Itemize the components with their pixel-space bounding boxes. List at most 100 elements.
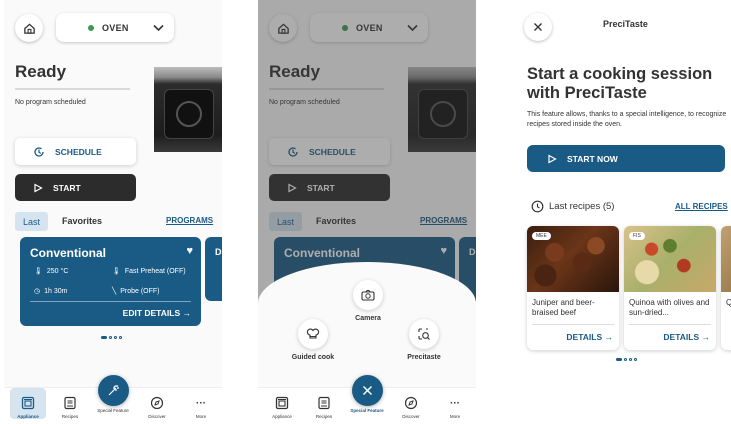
- edit-details-button[interactable]: EDIT DETAILS →: [123, 308, 191, 318]
- duration-row: ◷ 1h 30m: [34, 287, 68, 296]
- arrow-right-icon: →: [182, 308, 192, 318]
- nav-more-label: More: [449, 414, 461, 419]
- recipes-icon: [52, 392, 88, 414]
- precitaste-option[interactable]: Precitaste: [401, 319, 447, 361]
- nav-recipes-label: Recipes: [315, 414, 333, 419]
- recipes-icon: [306, 392, 342, 414]
- nav-discover-label: Discover: [402, 414, 420, 419]
- precitaste-screen: PreciTaste Start a cooking session with …: [513, 0, 731, 424]
- tab-last[interactable]: Last: [15, 212, 48, 231]
- thermometer-icon: 🌡︎: [34, 268, 43, 275]
- nav-special-label: Special Feature: [350, 408, 384, 413]
- nav-more-label: More: [195, 414, 207, 419]
- nav-discover[interactable]: Discover: [393, 388, 429, 419]
- recipe-image: FIS: [624, 226, 716, 292]
- nav-appliance[interactable]: Appliance: [264, 388, 300, 419]
- program-card[interactable]: Conventional ♥ 🌡︎ 250 °C 🌡︎ Fast Preheat (…: [20, 237, 201, 326]
- page-title: PreciTaste: [603, 19, 648, 29]
- recipe-card[interactable]: MEE Juniper and beer-braised beef DETAIL…: [527, 226, 619, 350]
- nav-recipes[interactable]: Recipes: [306, 388, 342, 419]
- camera-icon: [353, 280, 383, 310]
- nav-discover[interactable]: Discover: [139, 388, 175, 419]
- more-icon: ···: [196, 397, 206, 409]
- tab-favorites[interactable]: Favorites: [62, 216, 102, 226]
- play-icon: [34, 182, 43, 193]
- programs-link[interactable]: PROGRAMS: [166, 216, 213, 225]
- nav-recipes-label: Recipes: [61, 414, 79, 419]
- recipe-card[interactable]: Q a: [721, 226, 731, 350]
- start-now-button[interactable]: START NOW: [527, 145, 725, 172]
- all-recipes-link[interactable]: ALL RECIPES: [675, 202, 728, 211]
- pagination-dots: [101, 336, 122, 339]
- recipe-name: Juniper and beer-braised beef: [532, 298, 595, 317]
- start-button[interactable]: START: [15, 174, 136, 201]
- details-button[interactable]: DETAILS →: [566, 332, 613, 342]
- details-label: DETAILS: [566, 332, 603, 342]
- clock-icon: [531, 200, 544, 213]
- status-subtitle: No program scheduled: [15, 99, 86, 106]
- category-badge: MEE: [532, 232, 551, 240]
- status-divider: [15, 88, 130, 90]
- close-button[interactable]: [524, 13, 552, 41]
- nav-more[interactable]: ··· More: [437, 388, 473, 420]
- description: This feature allows, thanks to a special…: [527, 111, 727, 128]
- chef-hat-icon: [298, 319, 328, 349]
- appliance-label: OVEN: [102, 22, 129, 33]
- nav-recipes[interactable]: Recipes: [52, 388, 88, 419]
- home-button[interactable]: [15, 14, 43, 42]
- nav-more[interactable]: ··· More: [183, 388, 219, 420]
- compass-icon: [393, 392, 429, 414]
- nav-appliance-label: Appliance: [272, 414, 292, 419]
- recipe-name: Quinoa with olives and sun-dried...: [629, 298, 710, 317]
- arrow-right-icon: →: [701, 332, 711, 342]
- compass-icon: [139, 392, 175, 414]
- nav-appliance-label: Appliance: [17, 414, 39, 419]
- recipe-name: Q a: [726, 298, 731, 307]
- appliance-icon: [264, 392, 300, 414]
- probe-icon: ╲: [112, 288, 117, 295]
- card-divider: [30, 301, 191, 302]
- precitaste-icon: [409, 319, 439, 349]
- recipe-image: [721, 226, 731, 292]
- precitaste-label: Precitaste: [407, 354, 441, 361]
- probe-row: ╲ Probe (OFF): [112, 287, 160, 296]
- edit-details-label: EDIT DETAILS: [122, 308, 181, 318]
- pagination-dots: [616, 358, 637, 361]
- arrow-right-icon: →: [604, 332, 614, 342]
- start-now-label: START NOW: [567, 153, 618, 164]
- recipe-image: MEE: [527, 226, 619, 292]
- heart-icon[interactable]: ♥: [186, 245, 193, 257]
- special-feature-screen: OVEN Ready No program scheduled SCHEDULE…: [258, 0, 476, 424]
- nav-special-feature[interactable]: Special Feature: [349, 408, 385, 413]
- nav-appliance[interactable]: Appliance: [10, 388, 46, 419]
- details-button[interactable]: DETAILS →: [663, 332, 710, 342]
- oven-image: [154, 67, 222, 152]
- appliance-selector[interactable]: OVEN: [56, 13, 174, 42]
- schedule-button[interactable]: SCHEDULE: [15, 138, 136, 165]
- preheat-icon: 🌡︎: [112, 268, 121, 275]
- appliance-icon: [10, 392, 46, 414]
- last-recipes-heading: Last recipes (5): [531, 200, 614, 213]
- temperature-row: 🌡︎ 250 °C: [34, 267, 69, 276]
- appliance-screen: OVEN Ready No program scheduled SCHEDULE…: [4, 0, 222, 424]
- duration-value: 1h 30m: [44, 287, 68, 295]
- special-feature-button[interactable]: [98, 375, 129, 406]
- temperature-value: 250 °C: [46, 267, 69, 275]
- home-icon: [23, 22, 35, 34]
- nav-special-feature[interactable]: Special Feature: [95, 408, 131, 413]
- preheat-row: 🌡︎ Fast Preheat (OFF): [112, 267, 186, 276]
- guided-cook-option[interactable]: Guided cook: [288, 319, 338, 361]
- recipe-card[interactable]: FIS Quinoa with olives and sun-dried... …: [624, 226, 716, 350]
- start-label: START: [53, 182, 81, 193]
- status-title: Ready: [15, 62, 67, 81]
- clock-arrow-icon: [34, 146, 44, 157]
- next-program-card[interactable]: D: [205, 237, 222, 301]
- close-special-feature-button[interactable]: [352, 375, 383, 406]
- camera-option[interactable]: Camera: [348, 280, 388, 322]
- play-icon: [548, 153, 557, 164]
- category-badge: FIS: [629, 232, 645, 240]
- sparkle-icon: [108, 385, 119, 396]
- guided-cook-label: Guided cook: [291, 354, 335, 361]
- probe-value: Probe (OFF): [120, 287, 160, 295]
- card-divider: [532, 324, 614, 325]
